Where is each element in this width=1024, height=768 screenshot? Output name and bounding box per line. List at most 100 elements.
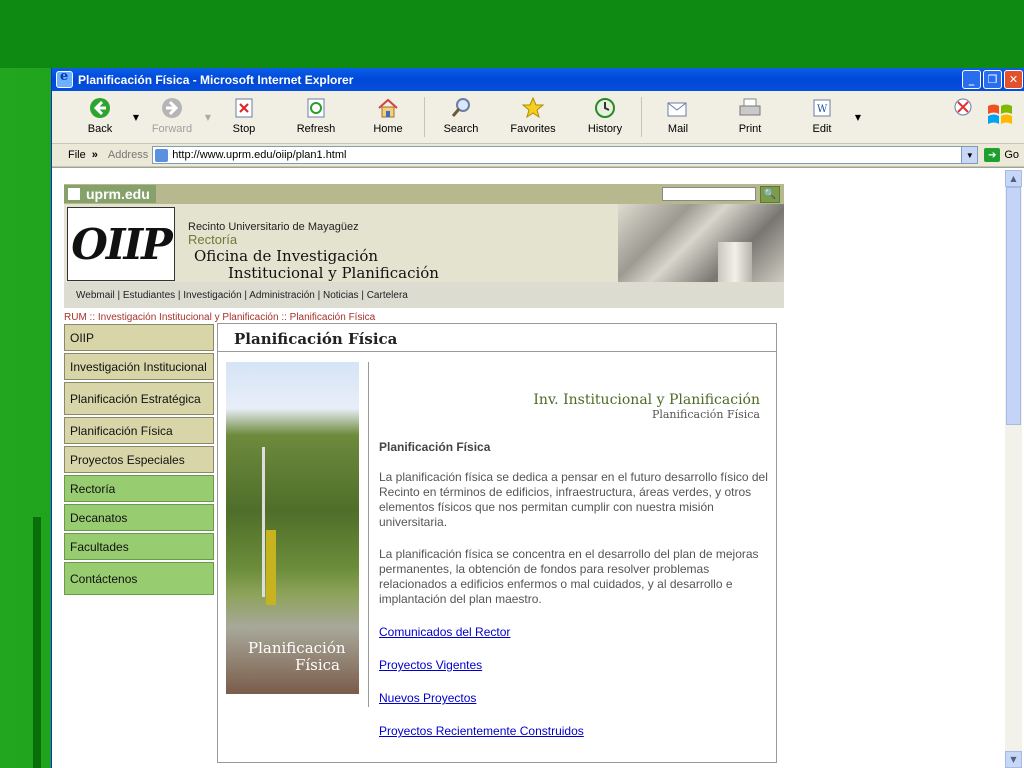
address-url: http://www.uprm.edu/oiip/plan1.html	[172, 149, 347, 161]
uprm-logo[interactable]: uprm.edu	[64, 185, 156, 203]
refresh-label: Refresh	[296, 123, 336, 135]
mail-icon	[666, 96, 690, 120]
forward-arrow-icon	[160, 96, 184, 120]
forward-dropdown-icon[interactable]: ▼	[202, 113, 214, 122]
forward-button[interactable]: Forward	[142, 93, 202, 141]
content-divider	[368, 362, 369, 707]
browser-window: Planificación Física - Microsoft Interne…	[51, 68, 1024, 768]
photo-caption-line-2: Física	[294, 656, 340, 674]
address-label: Address	[107, 149, 149, 161]
sidenav-item-decanatos[interactable]: Decanatos	[64, 504, 214, 531]
oficina-line-1: Oficina de Investigación	[194, 247, 379, 265]
menu-overflow-icon[interactable]: »	[92, 149, 98, 161]
edit-button[interactable]: W Edit	[792, 93, 852, 141]
search-label: Search	[443, 123, 479, 135]
scroll-thumb[interactable]	[1006, 187, 1021, 425]
back-arrow-icon	[88, 96, 112, 120]
history-icon	[593, 96, 617, 120]
page-title: Planificación Física	[218, 324, 776, 352]
site-search-button[interactable]: 🔍	[760, 186, 780, 203]
side-navigation: OIIP Investigación Institucional Planifi…	[64, 324, 214, 597]
page-viewport: uprm.edu 🔍 OIIP Recinto Universitario de…	[52, 167, 1024, 768]
scroll-down-icon[interactable]: ▼	[1005, 751, 1022, 768]
scroll-up-icon[interactable]: ▲	[1005, 170, 1022, 187]
go-label: Go	[1004, 149, 1019, 161]
sidenav-item-facultades[interactable]: Facultades	[64, 533, 214, 560]
sidenav-item-proyectos-especiales[interactable]: Proyectos Especiales	[64, 446, 214, 473]
toolbar-separator	[641, 97, 642, 137]
link-proyectos-construidos[interactable]: Proyectos Recientemente Construidos	[379, 724, 584, 738]
history-button[interactable]: History	[575, 93, 635, 141]
oiip-logo: OIIP	[67, 207, 175, 281]
back-label: Back	[87, 123, 113, 135]
site-search-input[interactable]	[662, 187, 756, 201]
messenger-button[interactable]	[949, 93, 979, 141]
mail-button[interactable]: Mail	[648, 93, 708, 141]
link-comunicados[interactable]: Comunicados del Rector	[379, 625, 510, 639]
toolbar-separator	[424, 97, 425, 137]
favorites-button[interactable]: Favorites	[503, 93, 563, 141]
home-label: Home	[373, 123, 403, 135]
sidenav-item-oiip[interactable]: OIIP	[64, 324, 214, 351]
lamp-post-image	[262, 447, 265, 597]
magnifier-icon	[449, 96, 473, 120]
uprm-brand-text: uprm.edu	[86, 186, 150, 202]
history-label: History	[587, 123, 623, 135]
back-dropdown-icon[interactable]: ▼	[130, 113, 142, 122]
edit-dropdown-icon[interactable]: ▼	[852, 113, 864, 122]
edit-label: Edit	[812, 123, 832, 135]
sidenav-item-planificacion-estrategica[interactable]: Planificación Estratégica	[64, 382, 214, 415]
link-proyectos-vigentes[interactable]: Proyectos Vigentes	[379, 658, 482, 672]
yellow-post-image	[266, 530, 276, 605]
home-button[interactable]: Home	[358, 93, 418, 141]
svg-text:W: W	[817, 104, 828, 115]
page-icon	[155, 148, 169, 162]
top-navigation[interactable]: Webmail | Estudiantes | Investigación | …	[64, 282, 784, 308]
main-content: Planificación Física Planificación Física…	[217, 323, 777, 763]
vertical-scrollbar[interactable]: ▲ ▼	[1005, 170, 1022, 768]
desktop-background-top	[0, 0, 1024, 68]
star-icon	[521, 96, 545, 120]
stop-icon	[232, 96, 256, 120]
favorites-label: Favorites	[510, 123, 556, 135]
sidenav-item-investigacion[interactable]: Investigación Institucional	[64, 353, 214, 380]
windows-logo-icon	[985, 100, 1019, 134]
stop-label: Stop	[232, 123, 256, 135]
sidenav-item-planificacion-fisica[interactable]: Planificación Física	[64, 417, 214, 444]
word-edit-icon: W	[810, 96, 834, 120]
ie-icon	[56, 69, 73, 88]
oficina-line-2: Institucional y Planificación	[228, 264, 439, 282]
breadcrumb[interactable]: RUM :: Investigación Institucional y Pla…	[64, 312, 784, 323]
title-bar: Planificación Física - Microsoft Interne…	[52, 68, 1024, 91]
file-menu[interactable]: File	[52, 149, 92, 161]
window-title: Planificación Física - Microsoft Interne…	[78, 72, 354, 87]
oiip-banner: OIIP Recinto Universitario de Mayagüez R…	[64, 204, 784, 282]
search-button[interactable]: Search	[431, 93, 491, 141]
address-bar: File » Address http://www.uprm.edu/oiip/…	[52, 144, 1024, 167]
header-right-line-2: Planificación Física	[651, 408, 760, 421]
section-header-right: Inv. Institucional y Planificación Plani…	[533, 392, 760, 421]
sidenav-item-rectoria[interactable]: Rectoría	[64, 475, 214, 502]
uprm-mark-icon	[68, 188, 80, 200]
paragraph-2: La planificación física se concentra en …	[379, 547, 759, 606]
print-button[interactable]: Print	[720, 93, 780, 141]
paragraph-1: La planificación física se dedica a pens…	[379, 470, 768, 529]
mail-label: Mail	[667, 123, 689, 135]
link-nuevos-proyectos[interactable]: Nuevos Proyectos	[379, 691, 476, 705]
back-button[interactable]: Back	[70, 93, 130, 141]
minimize-button[interactable]: _	[962, 70, 981, 89]
address-dropdown-icon[interactable]: ▼	[961, 147, 978, 163]
print-label: Print	[738, 123, 762, 135]
desktop-background-strip	[33, 517, 41, 768]
stop-button[interactable]: Stop	[214, 93, 274, 141]
refresh-icon	[304, 96, 328, 120]
page-body: OIIP Investigación Institucional Planifi…	[64, 323, 784, 763]
sidenav-item-contactenos[interactable]: Contáctenos	[64, 562, 214, 595]
refresh-button[interactable]: Refresh	[286, 93, 346, 141]
close-button[interactable]: ✕	[1004, 70, 1023, 89]
restore-button[interactable]: ❐	[983, 70, 1002, 89]
forward-label: Forward	[151, 123, 193, 135]
address-input[interactable]: http://www.uprm.edu/oiip/plan1.html ▼	[152, 146, 979, 164]
column-image	[718, 242, 752, 282]
go-button[interactable]: ➔ Go	[984, 148, 1019, 162]
